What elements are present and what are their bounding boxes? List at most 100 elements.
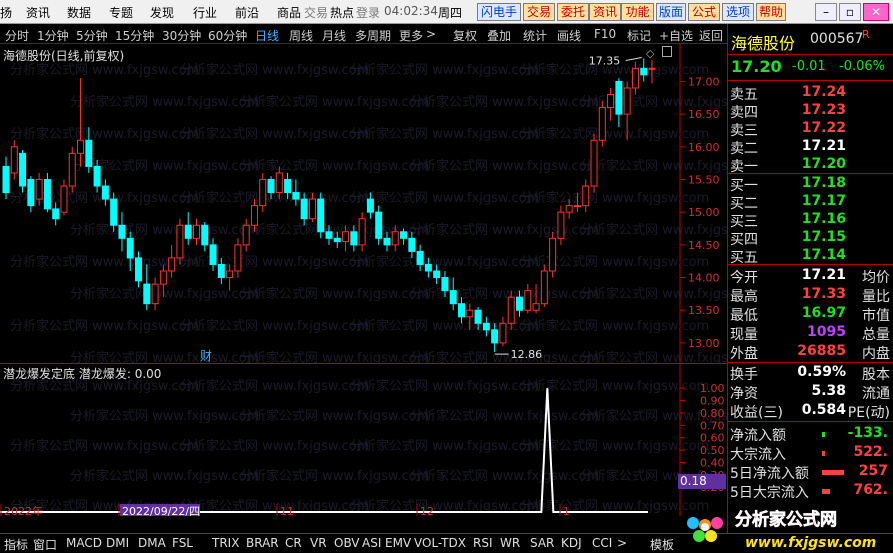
price-axis: 17.00 16.50 16.00 15.50 15.00 14.50 14.00 13.50… — [680, 75, 720, 350]
toolbar-button-5[interactable]: 版面 — [656, 3, 686, 21]
indicator-tab[interactable]: WR — [500, 536, 520, 550]
indicator-tab[interactable]: EMV — [385, 536, 411, 550]
row-label-2: PE(动) — [847, 405, 890, 421]
finance-badge[interactable]: 财 — [200, 347, 212, 364]
flow-row: 5日净流入额 257 — [730, 463, 890, 482]
toolbar-button-4[interactable]: 功能 — [621, 3, 654, 21]
indicator-tab[interactable]: DMA — [138, 536, 166, 550]
menu-item-discover[interactable]: 发现 — [150, 4, 174, 21]
indicator-tab[interactable]: SAR — [530, 536, 554, 550]
chevron-right-icon[interactable]: > — [426, 27, 436, 41]
restore-icon[interactable]: ▫ — [839, 3, 861, 21]
period-30min[interactable]: 30分钟 — [162, 27, 201, 44]
menu-item-hot[interactable]: 热点 — [330, 4, 354, 21]
indicator-tab[interactable]: MACD — [66, 536, 102, 550]
toolbar-button-6[interactable]: 公式 — [688, 3, 720, 21]
date-label: 12 — [420, 505, 434, 516]
indicator-tab[interactable]: ASI — [362, 536, 381, 550]
period-multi[interactable]: 多周期 — [355, 27, 391, 44]
indicator-chart[interactable]: 分析家公式网 www.fxjgsw.com分析家公式网 www.fxjgsw.c… — [0, 364, 727, 516]
row-value: 17.16 — [801, 211, 846, 227]
indicator-tab[interactable]: KDJ — [561, 536, 582, 550]
indicator-tab[interactable]: CR — [285, 536, 302, 550]
indicator-tab[interactable]: DMI — [106, 536, 129, 550]
watermark-text: 分析家公式网 www.fxjgsw.com — [350, 254, 539, 270]
high-marker-label: 17.35 — [589, 55, 621, 68]
price-tick-label: 16.50 — [688, 108, 720, 121]
indicator-tab[interactable]: RSI — [473, 536, 493, 550]
indicator-tab[interactable]: FSL — [172, 536, 193, 550]
toolbar-button-0[interactable]: 闪电手 — [477, 3, 521, 21]
candle-body — [383, 237, 391, 246]
tool-adjust[interactable]: 复权 — [453, 27, 477, 44]
indicator-tab[interactable]: BRAR — [246, 536, 279, 550]
indicator-tab[interactable]: CCI — [592, 536, 612, 550]
candle-body — [192, 224, 200, 239]
candle-body — [532, 303, 540, 311]
flow-bar — [822, 432, 825, 437]
indicator-tab[interactable]: TRIX — [212, 536, 239, 550]
row-label: 净流入额 — [730, 428, 786, 444]
candle-body — [85, 139, 93, 167]
indicator-tab[interactable]: 指标 — [4, 536, 28, 553]
menu-item-commodity[interactable]: 商品 — [277, 4, 301, 21]
menu-item-frontier[interactable]: 前沿 — [235, 4, 259, 21]
period-more[interactable]: 更多 — [399, 27, 423, 44]
indicator-tab[interactable]: VR — [310, 536, 327, 550]
toolbar-button-2[interactable]: 委托 — [557, 3, 589, 21]
candle-body — [491, 329, 499, 344]
minimize-icon[interactable]: – — [815, 3, 837, 21]
indicator-tab[interactable]: OBV — [334, 536, 360, 550]
menu-item-data[interactable]: 数据 — [67, 4, 91, 21]
candle-body — [350, 231, 358, 246]
period-15min[interactable]: 15分钟 — [115, 27, 154, 44]
diamond-icon[interactable]: ◇ — [646, 47, 654, 60]
indicator-tab[interactable]: 窗口 — [33, 536, 57, 553]
period-daily[interactable]: 日线 — [255, 27, 279, 44]
watermark-text: 分析家公式网 www.fxjgsw.com — [350, 62, 539, 78]
window-toggle-icon[interactable] — [662, 46, 672, 57]
period-60min[interactable]: 60分钟 — [208, 27, 247, 44]
tool-back[interactable]: 返回 — [699, 27, 723, 44]
date-label: 2022年 — [4, 504, 43, 516]
tool-stats[interactable]: 统计 — [523, 27, 547, 44]
row-value: 17.20 — [801, 156, 846, 172]
period-5min[interactable]: 5分钟 — [76, 27, 108, 44]
menu-item-news[interactable]: 资讯 — [26, 4, 50, 21]
tool-f10[interactable]: F10 — [594, 27, 616, 41]
indicator-tab[interactable]: VOL-TDX — [414, 536, 466, 550]
toolbar-button-3[interactable]: 资讯 — [589, 3, 621, 21]
menu-item-industry[interactable]: 行业 — [193, 4, 217, 21]
row-label-2: 市值 — [862, 308, 890, 324]
period-monthly[interactable]: 月线 — [322, 27, 346, 44]
menu-item-login[interactable]: 登录 — [356, 4, 380, 21]
period-weekly[interactable]: 周线 — [289, 27, 313, 44]
row-label-2: 股本 — [862, 367, 890, 383]
menu-item-topics[interactable]: 专题 — [109, 4, 133, 21]
candle-body — [598, 107, 606, 141]
candle-body — [242, 224, 250, 246]
watermark-text: 分析家公式网 www.fxjgsw.com — [240, 158, 429, 174]
tool-overlay[interactable]: 叠加 — [487, 27, 511, 44]
toolbar-button-8[interactable]: 帮助 — [756, 3, 786, 21]
tool-add-favorite[interactable]: +自选 — [659, 27, 693, 44]
candle-body — [2, 165, 10, 194]
indicator-tab[interactable]: > — [617, 536, 627, 550]
tool-mark[interactable]: 标记 — [627, 27, 651, 44]
period-1min[interactable]: 1分钟 — [37, 27, 69, 44]
menu-item-trade[interactable]: 交易 — [304, 4, 328, 21]
stat-row: 现量 1095 总量 — [730, 324, 890, 343]
quote-panel: 海德股份 000567 R 17.20 -0.01 -0.06% 卖五 17.24… — [727, 24, 893, 533]
menu-item-expand[interactable]: 扬 — [0, 4, 12, 21]
toolbar-button-7[interactable]: 选项 — [722, 3, 754, 21]
tool-draw[interactable]: 画线 — [557, 27, 581, 44]
candle-body — [499, 322, 507, 344]
candle-body — [43, 178, 51, 210]
toolbar-button-1[interactable]: 交易 — [523, 3, 555, 21]
close-icon[interactable]: ✕ — [863, 3, 889, 21]
indicator-tab[interactable]: 模板 — [650, 536, 674, 553]
candle-body — [135, 257, 143, 282]
period-tick[interactable]: 分时 — [5, 27, 29, 44]
row-value: 17.22 — [801, 120, 846, 136]
price-chart[interactable]: 分析家公式网 www.fxjgsw.com 分析家公式网 www.fxjgsw.c… — [0, 44, 727, 364]
